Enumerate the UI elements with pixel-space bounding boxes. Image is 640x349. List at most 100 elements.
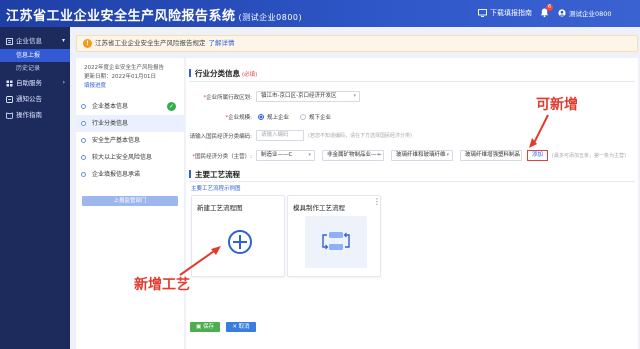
region-select[interactable]: 镇江市-京口区-京口经济开发区 ▾ xyxy=(256,91,360,102)
new-process-annotation: 新增工艺 xyxy=(134,277,190,293)
econ-code-hint: (若您不知道编码，请在下方选择国民经济分类) xyxy=(308,133,412,139)
step-label: 安全生产基本信息 xyxy=(92,137,141,144)
process-section-title: 主要工艺流程 xyxy=(195,170,240,179)
step-label: 企业填报信息承诺 xyxy=(92,171,141,178)
region-select-value: 镇江市-京口区-京口经济开发区 xyxy=(261,93,337,99)
card-title: 新建工艺流程图 xyxy=(197,204,243,212)
chevron-down-icon: ▾ xyxy=(61,37,65,44)
step-industry-info[interactable]: 行业分类信息 xyxy=(76,115,184,132)
sidebar-group-self-service[interactable]: 自助服务 › xyxy=(0,75,70,91)
user-name: 测试企业0800 xyxy=(569,10,612,18)
process-example-link[interactable]: 主要工艺流程示例图 xyxy=(191,184,241,192)
app-header: 江苏省工业企业安全生产风险报告系统 (测试企业0800) 下载填报指南 6 测试企… xyxy=(0,0,640,27)
progress-panel: 2022年度企业安全生产风险报告 更新日期：2022年01月01日 填报进度 企… xyxy=(76,58,184,349)
chevron-down-icon: ▾ xyxy=(353,93,356,99)
select-value: 制造业——C xyxy=(261,152,293,158)
sidebar-group-label: 操作指南 xyxy=(16,111,42,119)
app-title-text: 江苏省工业企业安全生产风险报告系统 xyxy=(6,9,236,24)
step-dot xyxy=(81,172,86,177)
step-dot xyxy=(81,138,86,143)
new-process-card[interactable]: 新建工艺流程图 xyxy=(191,195,285,277)
warning-icon: ! xyxy=(83,39,92,48)
step-dot xyxy=(81,155,86,160)
section-title-text: 行业分类信息 xyxy=(195,69,240,78)
download-guide-label: 下载填报指南 xyxy=(490,9,532,17)
sidebar-group-label: 自助服务 xyxy=(16,79,42,87)
add-hint: (最多可添加五条，第一条为主营) xyxy=(552,153,626,159)
region-label-text: 企业所属行政区划: xyxy=(206,95,252,101)
radio-checked-icon xyxy=(258,114,264,120)
plus-circle-icon xyxy=(228,230,252,254)
sidebar: 企业信息 ▾ 信息上报 历史记录 自助服务 › 通知公告 操作指南 xyxy=(0,27,70,349)
check-icon: ✓ xyxy=(167,102,176,111)
company-subtitle: (测试企业0800) xyxy=(238,13,303,22)
save-button[interactable]: ▣ 保存 xyxy=(190,322,220,332)
notification-badge: 6 xyxy=(546,4,554,11)
process-card-mold[interactable]: 模具制作工艺流程 xyxy=(287,195,381,277)
chevron-down-icon: ▾ xyxy=(446,152,449,158)
step-label: 较大以上安全风险信息 xyxy=(92,154,153,161)
scale-label-text: 企业规模: xyxy=(228,115,252,121)
fill-progress-label: 填报进度 xyxy=(84,83,107,89)
step-basic-info[interactable]: 企业基本信息 ✓ xyxy=(76,98,184,115)
sidebar-item-report[interactable]: 信息上报 xyxy=(0,49,70,62)
step-label: 行业分类信息 xyxy=(92,120,129,127)
radio-empty-icon xyxy=(300,114,306,120)
econ-class-label: *国民经济分类（主营）: xyxy=(192,154,252,160)
save-icon: ▣ xyxy=(196,324,203,330)
more-options-icon[interactable]: ⋮ xyxy=(373,197,381,206)
submit-to-regulator-button[interactable]: 上报监管部门 xyxy=(82,196,178,206)
notice-detail-link[interactable]: 了解详情 xyxy=(209,39,235,47)
cancel-button[interactable]: ✕ 取消 xyxy=(226,322,256,332)
step-safety-info[interactable]: 安全生产基本信息 xyxy=(76,132,184,149)
select-value: 非金属矿物制品业—— xyxy=(327,152,383,158)
sidebar-group-guide[interactable]: 操作指南 xyxy=(0,107,70,123)
flow-icon xyxy=(322,232,350,250)
required-tag: (必填) xyxy=(242,72,258,78)
step-dot xyxy=(81,104,86,109)
user-menu[interactable]: 测试企业0800 xyxy=(558,8,612,18)
add-annotation: 可新增 xyxy=(536,97,578,113)
econ-class-select-2[interactable]: 非金属矿物制品业—— ▾ xyxy=(322,150,384,161)
service-icon xyxy=(6,80,13,86)
econ-class-select-4[interactable]: 玻璃纤维增强塑料制品 ▾ xyxy=(460,150,522,161)
update-date: 更新日期：2022年01月01日 xyxy=(84,74,156,80)
scale-label: *企业规模: xyxy=(225,115,252,121)
econ-class-label-text: 国民经济分类（主营）: xyxy=(195,154,252,160)
radio-label: 规上企业 xyxy=(267,115,290,121)
econ-code-input[interactable]: 请输入编码 xyxy=(256,130,304,141)
sidebar-item-history[interactable]: 历史记录 xyxy=(0,62,70,75)
scale-radio-below[interactable]: 规下企业 xyxy=(300,113,331,121)
download-guide-button[interactable]: 下载填报指南 xyxy=(478,8,532,18)
section-marker xyxy=(189,170,191,178)
region-label: *企业所属行政区划: xyxy=(203,95,252,101)
sidebar-group-notices[interactable]: 通知公告 xyxy=(0,91,70,107)
econ-class-select-3[interactable]: 玻璃纤维和玻璃纤维 ▾ xyxy=(391,150,453,161)
guide-icon xyxy=(6,111,13,119)
building-icon xyxy=(6,37,13,45)
econ-class-select-1[interactable]: 制造业——C ▾ xyxy=(256,150,315,161)
chevron-down-icon: ▾ xyxy=(377,152,380,158)
notice-text: 江苏省工业企业安全生产风险报告规定 xyxy=(95,39,206,47)
scale-radio-above[interactable]: 规上企业 xyxy=(258,113,289,121)
step-dot xyxy=(81,121,86,126)
step-major-risk-info[interactable]: 较大以上安全风险信息 xyxy=(76,149,184,166)
chevron-down-icon: ▾ xyxy=(308,152,311,158)
section-divider xyxy=(189,81,635,82)
step-commitment[interactable]: 企业填报信息承诺 xyxy=(76,166,184,183)
add-econ-class-button[interactable]: 添加 xyxy=(527,150,548,161)
cancel-label: 取消 xyxy=(238,324,250,330)
radio-label: 规下企业 xyxy=(309,115,332,121)
section-divider xyxy=(189,181,635,182)
sidebar-group-company-info[interactable]: 企业信息 ▾ xyxy=(0,33,70,49)
econ-code-label: 请输入国民经济分类编码: xyxy=(189,134,252,140)
sidebar-group-label: 通知公告 xyxy=(16,95,42,103)
card-title: 模具制作工艺流程 xyxy=(293,204,345,212)
card-artwork xyxy=(209,216,271,268)
section-marker xyxy=(189,69,191,77)
app-title: 江苏省工业企业安全生产风险报告系统 (测试企业0800) xyxy=(6,5,302,24)
industry-section-title: 行业分类信息 (必填) xyxy=(195,68,257,79)
monitor-icon xyxy=(478,9,487,17)
report-year-title: 2022年度企业安全生产风险报告 xyxy=(84,65,164,71)
notice-icon xyxy=(6,95,13,103)
